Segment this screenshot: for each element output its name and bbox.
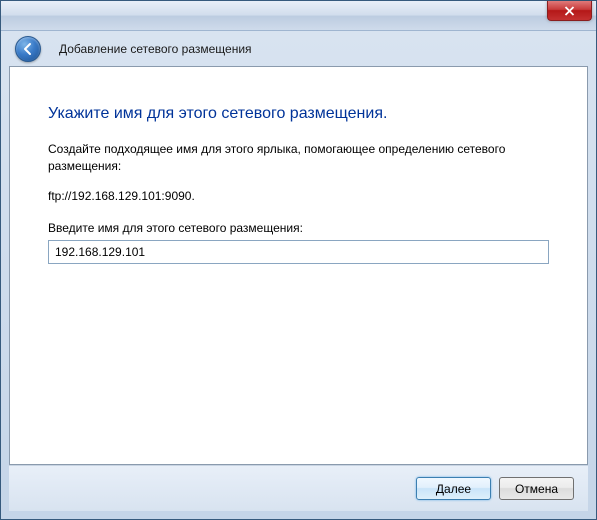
titlebar bbox=[1, 1, 596, 31]
next-button[interactable]: Далее bbox=[416, 477, 491, 500]
content-panel: Укажите имя для этого сетевого размещени… bbox=[9, 66, 588, 465]
page-heading: Укажите имя для этого сетевого размещени… bbox=[48, 105, 549, 123]
content-outer: Укажите имя для этого сетевого размещени… bbox=[1, 66, 596, 519]
location-name-input[interactable] bbox=[48, 240, 549, 264]
close-icon bbox=[564, 6, 575, 16]
cancel-button[interactable]: Отмена bbox=[499, 477, 574, 500]
page-description: Создайте подходящее имя для этого ярлыка… bbox=[48, 141, 549, 175]
footer: Далее Отмена bbox=[9, 465, 588, 511]
header-row: Добавление сетевого размещения bbox=[1, 31, 596, 66]
input-label: Введите имя для этого сетевого размещени… bbox=[48, 221, 549, 235]
wizard-title: Добавление сетевого размещения bbox=[59, 42, 252, 56]
network-address: ftp://192.168.129.101:9090. bbox=[48, 189, 549, 203]
back-button[interactable] bbox=[15, 36, 41, 62]
wizard-window: Добавление сетевого размещения Укажите и… bbox=[0, 0, 597, 520]
back-arrow-icon bbox=[21, 42, 35, 56]
close-button[interactable] bbox=[547, 1, 592, 21]
